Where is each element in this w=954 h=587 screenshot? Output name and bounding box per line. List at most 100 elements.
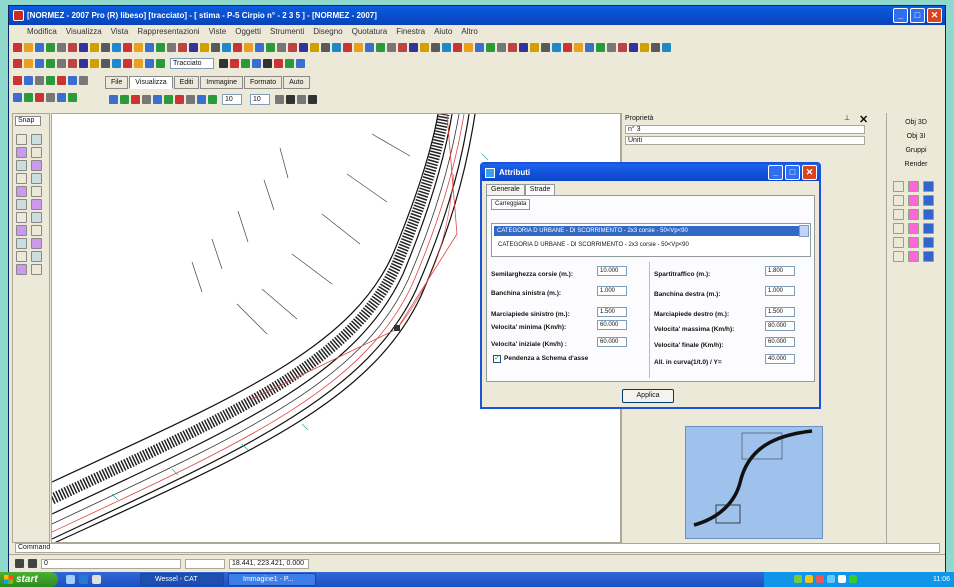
toolbar-tool-icon[interactable] — [288, 43, 297, 52]
toolbar-tool-icon[interactable] — [365, 43, 374, 52]
toolbar-tool-icon[interactable] — [24, 59, 33, 68]
toolbar-tool-icon[interactable] — [629, 43, 638, 52]
banchina-sinistra-input[interactable]: 1.000 — [597, 286, 627, 296]
toolbar-tool-icon[interactable] — [90, 43, 99, 52]
menu-item[interactable]: Finestra — [396, 25, 425, 38]
shape-tool-icon[interactable] — [908, 223, 919, 234]
drawing-tool-icon[interactable] — [31, 251, 42, 262]
coord-x-field[interactable]: 10 — [222, 94, 242, 105]
toolbar-tool-icon[interactable] — [79, 59, 88, 68]
drawing-tool-icon[interactable] — [16, 134, 27, 145]
toolbar-tool-icon[interactable] — [343, 43, 352, 52]
layer-select[interactable]: 0 — [41, 558, 181, 569]
toolbar-tool-icon[interactable] — [274, 59, 283, 68]
toolbar-tool-icon[interactable] — [197, 95, 206, 104]
toolbar-tool-icon[interactable] — [24, 76, 33, 85]
toolbar-tool-icon[interactable] — [131, 95, 140, 104]
menu-item[interactable]: Viste — [209, 25, 227, 38]
toolbar-tool-icon[interactable] — [332, 43, 341, 52]
toolbar-tool-icon[interactable] — [35, 93, 44, 102]
velocita-minima-input[interactable]: 60.000 — [597, 320, 627, 330]
shape-tool-icon[interactable] — [923, 237, 934, 248]
toolbar-tool-icon[interactable] — [219, 59, 228, 68]
toolbar-tool-icon[interactable] — [277, 43, 286, 52]
toolbar-tool-icon[interactable] — [79, 43, 88, 52]
toolbar-tool-icon[interactable] — [145, 43, 154, 52]
menu-item[interactable]: Aiuto — [434, 25, 452, 38]
maximize-button[interactable]: □ — [910, 8, 925, 23]
toolbar-tool-icon[interactable] — [101, 43, 110, 52]
pendenza-checkbox[interactable]: ✓ — [493, 355, 501, 363]
toolbar-tool-icon[interactable] — [208, 95, 217, 104]
command-line[interactable]: Command — [15, 543, 940, 553]
toolbar-tool-icon[interactable] — [200, 43, 209, 52]
toolbar-tool-icon[interactable] — [409, 43, 418, 52]
toolbar-tool-icon[interactable] — [607, 43, 616, 52]
menu-item[interactable]: Oggetti — [235, 25, 261, 38]
drawing-tool-icon[interactable] — [31, 173, 42, 184]
property-row[interactable]: n° 3 — [625, 125, 865, 134]
toolbar-tool-icon[interactable] — [101, 59, 110, 68]
toolbar-tool-icon[interactable] — [585, 43, 594, 52]
overview-map[interactable] — [685, 426, 823, 539]
category-item[interactable]: CATEGORIA D URBANE - DI SCORRIMENTO - 2x… — [495, 240, 807, 250]
shape-tool-icon[interactable] — [908, 209, 919, 220]
velocita-iniziale-input[interactable]: 60.000 — [597, 337, 627, 347]
drawing-tool-icon[interactable] — [16, 199, 27, 210]
menu-item[interactable]: Strumenti — [270, 25, 304, 38]
explorer-icon[interactable] — [92, 575, 101, 584]
toolbar-tool-icon[interactable] — [57, 59, 66, 68]
pin-icon[interactable]: ⊥ — [844, 114, 850, 122]
drawing-tool-icon[interactable] — [16, 251, 27, 262]
menu-item[interactable]: Quotatura — [352, 25, 388, 38]
toolbar-tool-icon[interactable] — [662, 43, 671, 52]
toolbar-tool-icon[interactable] — [35, 76, 44, 85]
dialog-minimize-button[interactable]: _ — [768, 165, 783, 180]
property-row[interactable]: Uniti — [625, 136, 865, 145]
toolbar-tool-icon[interactable] — [79, 76, 88, 85]
toolbar-tool-icon[interactable] — [263, 59, 272, 68]
shape-tool-icon[interactable] — [923, 181, 934, 192]
tab-carreggiata[interactable]: Carreggiata — [491, 199, 531, 210]
velocita-massima-input[interactable]: 80.000 — [765, 321, 795, 331]
close-button[interactable]: ✕ — [927, 8, 942, 23]
shape-tool-icon[interactable] — [923, 195, 934, 206]
dialog-close-button[interactable]: ✕ — [802, 165, 817, 180]
toolbar-tool-icon[interactable] — [464, 43, 473, 52]
toolbar-tool-icon[interactable] — [420, 43, 429, 52]
toolbar-tool-icon[interactable] — [387, 43, 396, 52]
toolbar-tool-icon[interactable] — [46, 93, 55, 102]
tab-auto[interactable]: Auto — [283, 76, 310, 89]
toolbar-tool-icon[interactable] — [68, 43, 77, 52]
menu-item[interactable]: Rappresentazioni — [137, 25, 199, 38]
spartitraffico-input[interactable]: 1.800 — [765, 266, 795, 276]
toolbar-tool-icon[interactable] — [354, 43, 363, 52]
marciapiede-sinistro-input[interactable]: 1.500 — [597, 307, 627, 317]
banchina-destra-input[interactable]: 1.000 — [765, 286, 795, 296]
toolbar-tool-icon[interactable] — [486, 43, 495, 52]
drawing-tool-icon[interactable] — [31, 212, 42, 223]
shape-tool-icon[interactable] — [908, 195, 919, 206]
toolbar-tool-icon[interactable] — [68, 76, 77, 85]
toolbar-tool-icon[interactable] — [178, 43, 187, 52]
toolbar-tool-icon[interactable] — [13, 76, 22, 85]
shape-tool-icon[interactable] — [893, 195, 904, 206]
tray-icon[interactable] — [794, 575, 802, 583]
toolbar-tool-icon[interactable] — [308, 95, 317, 104]
toolbar-tool-icon[interactable] — [640, 43, 649, 52]
desktop-icon[interactable] — [66, 575, 75, 584]
toolbar-tool-icon[interactable] — [68, 93, 77, 102]
shape-tool-icon[interactable] — [923, 223, 934, 234]
toolbar-tool-icon[interactable] — [563, 43, 572, 52]
tray-icon[interactable] — [849, 575, 857, 583]
menu-item[interactable]: Disegno — [313, 25, 342, 38]
toolbar-tool-icon[interactable] — [109, 95, 118, 104]
toolbar-tool-icon[interactable] — [442, 43, 451, 52]
toolbar-tool-icon[interactable] — [596, 43, 605, 52]
marciapiede-destro-input[interactable]: 1.500 — [765, 307, 795, 317]
drawing-tool-icon[interactable] — [16, 186, 27, 197]
tab-editi[interactable]: Editi — [173, 76, 200, 89]
toolbar-tool-icon[interactable] — [175, 95, 184, 104]
toolbar-tool-icon[interactable] — [310, 43, 319, 52]
shape-tool-icon[interactable] — [908, 181, 919, 192]
